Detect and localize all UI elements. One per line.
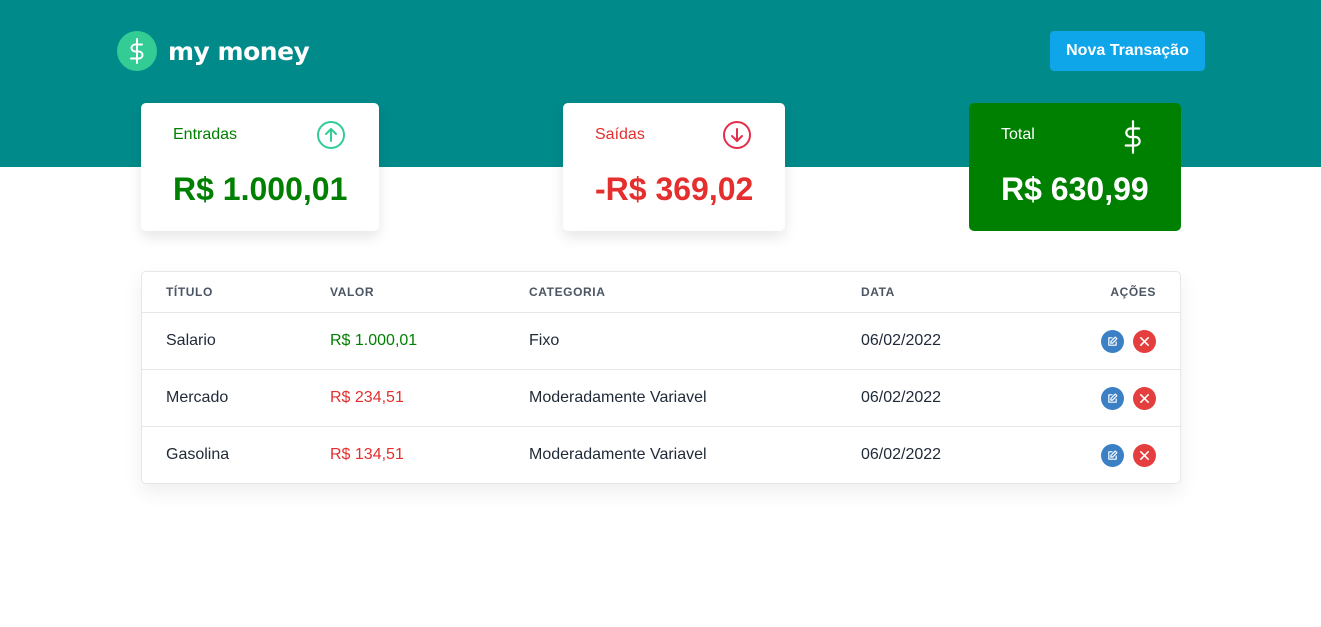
- delete-button[interactable]: [1133, 387, 1156, 410]
- row-category: Fixo: [529, 332, 560, 349]
- income-card: Entradas R$ 1.000,01: [141, 103, 379, 231]
- row-category: Moderadamente Variavel: [529, 389, 707, 406]
- arrow-down-circle-icon: [722, 120, 752, 150]
- header-category: CATEGORIA: [529, 285, 606, 299]
- edit-icon: [1108, 336, 1118, 346]
- dollar-icon: [1118, 120, 1148, 154]
- total-label: Total: [1001, 126, 1035, 143]
- row-date: 06/02/2022: [861, 446, 942, 463]
- transactions-table: TÍTULO VALOR CATEGORIA DATA AÇÕES Salari…: [141, 271, 1181, 484]
- header-value: VALOR: [330, 285, 375, 299]
- row-value: R$ 134,51: [330, 446, 404, 463]
- edit-button[interactable]: [1101, 444, 1124, 467]
- row-title: Mercado: [166, 389, 229, 406]
- edit-icon: [1108, 393, 1118, 403]
- close-icon: [1140, 451, 1149, 460]
- row-value: R$ 234,51: [330, 389, 404, 406]
- table-header: TÍTULO VALOR CATEGORIA DATA AÇÕES: [142, 272, 1180, 313]
- total-card: Total R$ 630,99: [969, 103, 1181, 231]
- header-date: DATA: [861, 285, 895, 299]
- row-date: 06/02/2022: [861, 389, 942, 406]
- outcome-value: -R$ 369,02: [595, 171, 754, 207]
- new-transaction-button[interactable]: Nova Transação: [1050, 31, 1205, 71]
- logo-text: my money: [168, 36, 310, 66]
- arrow-up-circle-icon: [316, 120, 346, 150]
- row-actions: [1101, 444, 1156, 467]
- close-icon: [1140, 394, 1149, 403]
- edit-button[interactable]: [1101, 387, 1124, 410]
- table-row: Gasolina R$ 134,51 Moderadamente Variave…: [142, 427, 1180, 484]
- row-actions: [1101, 330, 1156, 353]
- edit-icon: [1108, 450, 1118, 460]
- dollar-icon: [117, 31, 157, 71]
- delete-button[interactable]: [1133, 330, 1156, 353]
- logo: my money: [117, 31, 310, 71]
- row-category: Moderadamente Variavel: [529, 446, 707, 463]
- table-row: Salario R$ 1.000,01 Fixo 06/02/2022: [142, 313, 1180, 370]
- header-title: TÍTULO: [166, 285, 213, 299]
- outcome-card: Saídas -R$ 369,02: [563, 103, 785, 231]
- row-value: R$ 1.000,01: [330, 332, 418, 349]
- row-date: 06/02/2022: [861, 332, 942, 349]
- income-label: Entradas: [173, 126, 238, 143]
- table-row: Mercado R$ 234,51 Moderadamente Variavel…: [142, 370, 1180, 427]
- edit-button[interactable]: [1101, 330, 1124, 353]
- row-title: Gasolina: [166, 446, 230, 463]
- row-actions: [1101, 387, 1156, 410]
- income-value: R$ 1.000,01: [173, 171, 348, 207]
- row-title: Salario: [166, 332, 216, 349]
- close-icon: [1140, 337, 1149, 346]
- delete-button[interactable]: [1133, 444, 1156, 467]
- header-actions: AÇÕES: [1110, 285, 1156, 299]
- outcome-label: Saídas: [595, 126, 645, 143]
- total-value: R$ 630,99: [1001, 171, 1149, 207]
